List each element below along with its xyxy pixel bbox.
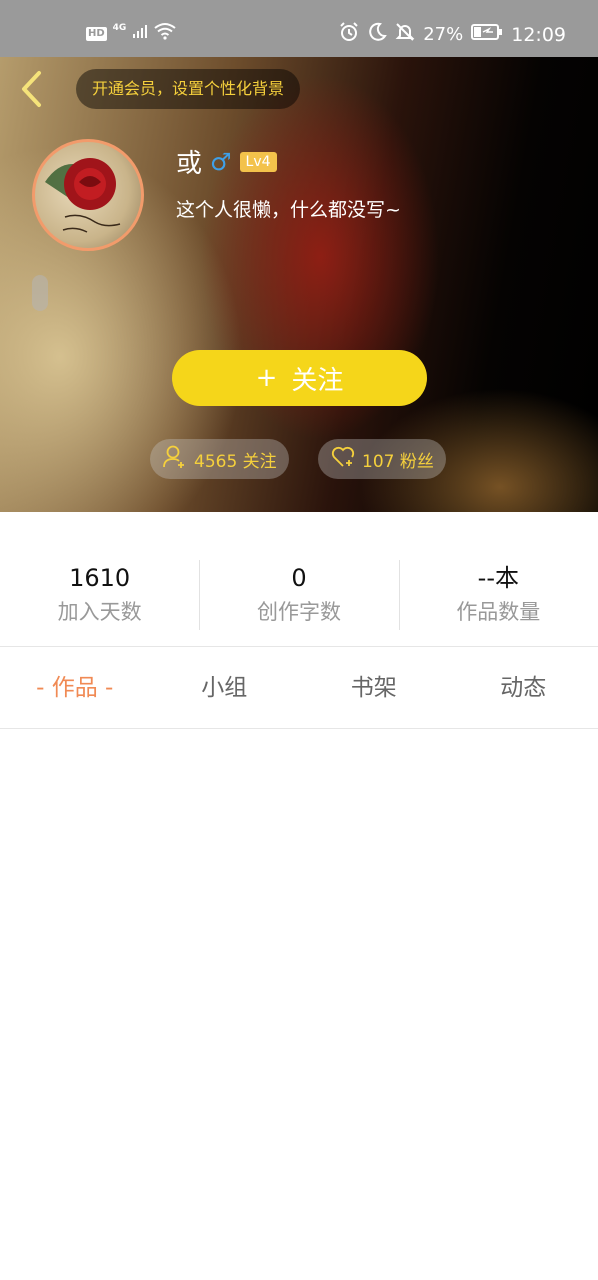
back-button[interactable] (14, 71, 50, 111)
status-bar: HD 4G 27% 12:09 (0, 0, 598, 57)
status-right: 27% 12:09 (339, 22, 566, 47)
stat-label: 加入天数 (57, 600, 142, 624)
tab-groups[interactable]: 小组 (150, 648, 300, 728)
stat-value: 0 (291, 564, 307, 592)
battery-percent: 27% (423, 24, 464, 45)
heart-add-icon (330, 445, 356, 474)
battery-charging-icon (471, 23, 503, 46)
alarm-icon (339, 22, 359, 47)
vip-background-banner[interactable]: 开通会员，设置个性化背景 (76, 69, 301, 109)
follow-button[interactable]: + 关注 (172, 350, 427, 406)
username-row: 或 ♂ Lv4 (176, 143, 277, 180)
following-count: 4565 关注 (194, 451, 277, 472)
user-bio: 这个人很懒，什么都没写~ (176, 199, 401, 221)
stat-works-count: --本 作品数量 (398, 558, 598, 630)
username: 或 (176, 149, 203, 179)
status-left: HD 4G (86, 22, 176, 45)
scroll-handle[interactable] (32, 275, 48, 311)
following-count-button[interactable]: 4565 关注 (150, 439, 289, 479)
stat-value: 1610 (69, 564, 131, 592)
plus-icon: + (255, 363, 278, 393)
divider (0, 728, 598, 729)
profile-tabs: - 作品 - 小组 书架 动态 (0, 648, 598, 728)
tab-bookshelf[interactable]: 书架 (299, 648, 449, 728)
bell-off-icon (395, 22, 415, 47)
avatar[interactable] (32, 139, 144, 251)
stat-join-days: 1610 加入天数 (0, 558, 199, 630)
stat-label: 作品数量 (456, 600, 541, 624)
divider (0, 646, 598, 647)
tab-activity[interactable]: 动态 (449, 648, 598, 728)
stat-value: --本 (477, 564, 519, 592)
level-badge: Lv4 (239, 151, 277, 172)
tab-works[interactable]: - 作品 - (0, 648, 150, 728)
stat-word-count: 0 创作字数 (199, 558, 398, 630)
clock: 12:09 (511, 23, 566, 46)
hd-indicator: HD (86, 26, 107, 41)
user-add-icon (162, 444, 188, 475)
network-type: 4G (112, 22, 127, 33)
moon-icon (367, 22, 388, 47)
fans-count-button[interactable]: 107 粉丝 (318, 439, 446, 479)
signal-icon (132, 23, 148, 44)
follow-button-label: 关注 (291, 365, 344, 396)
profile-header: 开通会员，设置个性化背景 或 ♂ Lv4 这个人很懒，什么都没写~ + 关注 4… (0, 57, 598, 512)
stats-row: 1610 加入天数 0 创作字数 --本 作品数量 (0, 558, 598, 630)
wifi-icon (154, 22, 176, 45)
fans-count: 107 粉丝 (362, 451, 434, 472)
male-gender-icon: ♂ (210, 147, 232, 176)
rose-avatar-image (45, 158, 121, 233)
stat-label: 创作字数 (256, 600, 341, 624)
chevron-left-icon (19, 70, 45, 112)
